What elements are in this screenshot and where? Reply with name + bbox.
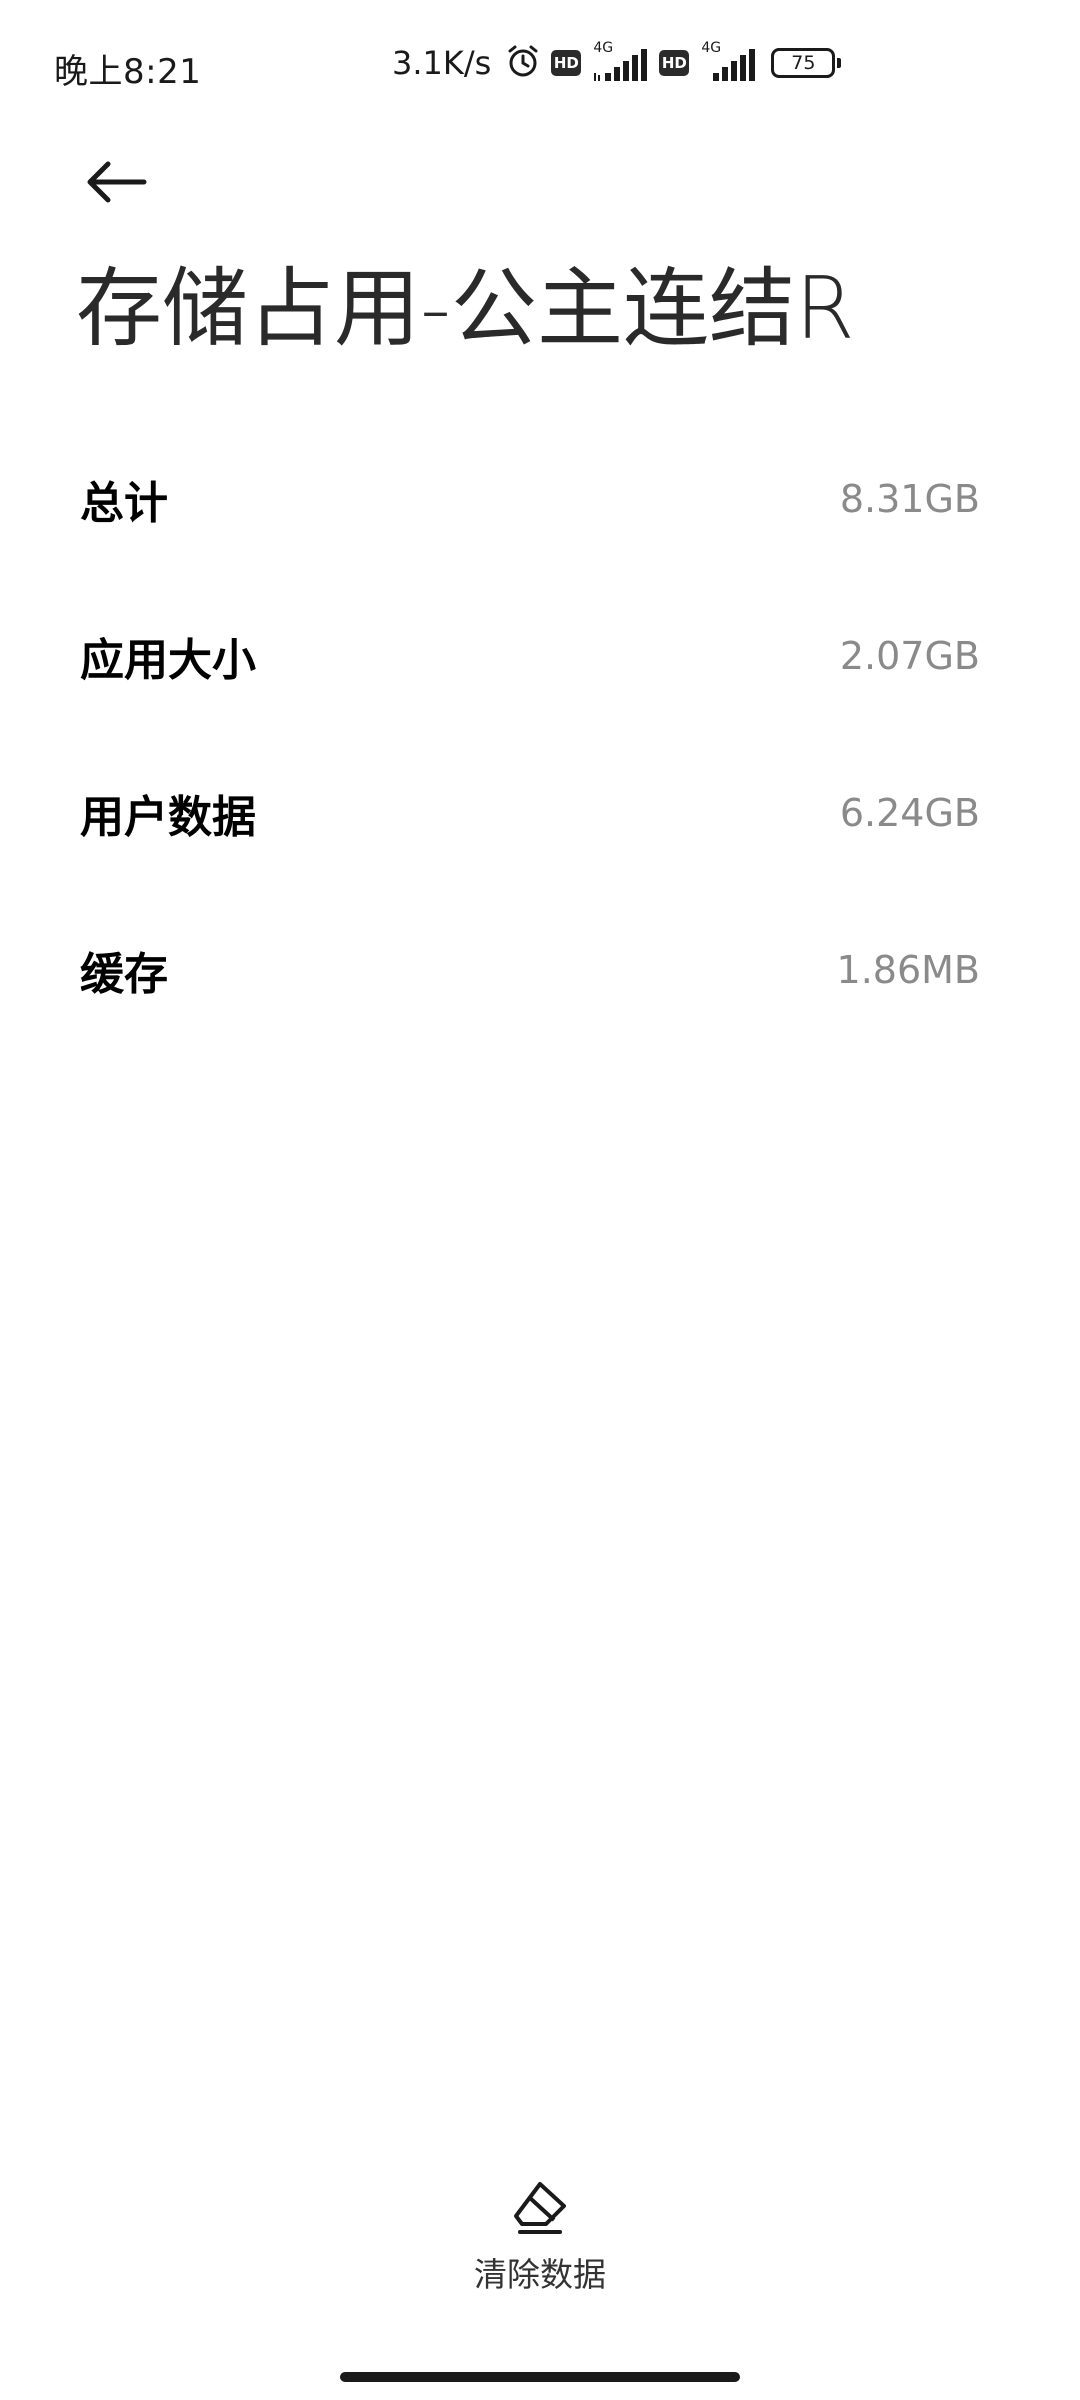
back-button[interactable]	[72, 138, 160, 226]
alarm-icon	[505, 43, 541, 83]
row-label: 用户数据	[80, 791, 256, 843]
clear-data-button[interactable]: 清除数据	[430, 2180, 650, 2310]
signal-icon: 4G	[591, 41, 649, 83]
clear-data-label: 清除数据	[474, 2255, 606, 2294]
signal-icon: 4G	[699, 41, 757, 83]
storage-row-user-data: 用户数据 6.24GB	[0, 734, 1080, 891]
storage-row-app-size: 应用大小 2.07GB	[0, 577, 1080, 734]
hd-icon: HD	[659, 50, 690, 76]
row-label: 缓存	[80, 948, 168, 1000]
battery-icon: 75	[771, 48, 842, 78]
row-value: 1.86MB	[836, 947, 980, 992]
status-time: 晚上8:21	[54, 52, 202, 92]
status-bar: 晚上8:21 3.1K/s HD 4G HD 4G 75	[0, 0, 1080, 130]
battery-tip	[837, 58, 842, 68]
storage-row-total: 总计 8.31GB	[0, 420, 1080, 577]
home-indicator[interactable]	[340, 2372, 740, 2382]
network-speed: 3.1K/s	[392, 44, 492, 82]
row-value: 6.24GB	[839, 790, 980, 835]
battery-level: 75	[791, 51, 816, 74]
storage-row-cache: 缓存 1.86MB	[0, 891, 1080, 1048]
page-title: 存储占用-公主连结R	[76, 259, 855, 359]
eraser-icon	[514, 2182, 566, 2234]
hd-icon: HD	[551, 50, 582, 76]
row-value: 2.07GB	[839, 633, 980, 678]
row-value: 8.31GB	[839, 476, 980, 521]
status-icons: 3.1K/s HD 4G HD 4G 75	[392, 40, 842, 86]
row-label: 总计	[80, 477, 168, 529]
arrow-left-icon	[87, 161, 147, 203]
row-label: 应用大小	[80, 634, 256, 686]
storage-list: 总计 8.31GB 应用大小 2.07GB 用户数据 6.24GB 缓存 1.8…	[0, 420, 1080, 1048]
